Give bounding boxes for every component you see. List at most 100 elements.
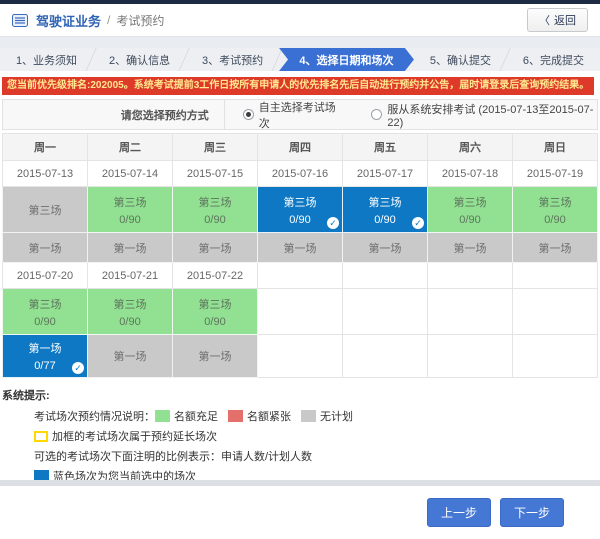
- week1-session1-row: 第一场 第一场 第一场 第一场 第一场 第一场 第一场: [3, 233, 598, 263]
- radio-unselected-icon[interactable]: [371, 109, 382, 120]
- date-cell: 2015-07-14: [88, 161, 173, 187]
- date-cell: 2015-07-15: [173, 161, 258, 187]
- weekday-header: 周一: [3, 134, 88, 161]
- step-3-exam-booking: 3、考试预约: [186, 48, 279, 71]
- session-name: 第一场: [343, 240, 427, 256]
- week2-date-row: 2015-07-20 2015-07-21 2015-07-22: [3, 263, 598, 289]
- step-1-business-notice: 1、业务须知: [0, 48, 93, 71]
- date-cell-empty: [428, 263, 513, 289]
- empty-cell: [258, 289, 343, 335]
- date-cell: 2015-07-16: [258, 161, 343, 187]
- session-cell-available[interactable]: 第三场 0/90: [88, 187, 173, 233]
- session-cell-selected[interactable]: 第三场 0/90 ✓: [343, 187, 428, 233]
- priority-rank-notice: 您当前优先级排名:202005。系统考试提前3工作日按所有申请人的优先排名先后自…: [2, 77, 594, 95]
- session-name: 第三场: [343, 194, 427, 210]
- session-cell-no-plan: 第一场: [513, 233, 598, 263]
- date-cell: 2015-07-20: [3, 263, 88, 289]
- next-step-button[interactable]: 下一步: [500, 498, 564, 527]
- option-self-select-session[interactable]: 自主选择考试场次: [243, 99, 342, 131]
- empty-cell: [513, 289, 598, 335]
- legend-yellow-box-swatch: [34, 431, 48, 442]
- session-cell-no-plan: 第一场: [173, 233, 258, 263]
- weekday-header: 周三: [173, 134, 258, 161]
- session-name: 第一场: [513, 240, 597, 256]
- session-name: 第三场: [258, 194, 342, 210]
- footer-strip: [0, 480, 600, 486]
- option-self-select-label: 自主选择考试场次: [259, 99, 342, 131]
- date-cell: 2015-07-18: [428, 161, 513, 187]
- session-name: 第一场: [3, 240, 87, 256]
- session-name: 第一场: [3, 340, 87, 356]
- session-name: 第一场: [88, 240, 172, 256]
- legend-red-swatch: [228, 410, 243, 422]
- chevron-left-icon: 〈: [539, 12, 550, 28]
- session-cell-no-plan: 第三场: [3, 187, 88, 233]
- weekday-header-row: 周一 周二 周三 周四 周五 周六 周日: [3, 134, 598, 161]
- session-ratio: 0/90: [173, 316, 257, 328]
- session-cell-available[interactable]: 第三场 0/90: [173, 289, 258, 335]
- back-button[interactable]: 〈 返回: [527, 8, 588, 32]
- session-cell-no-plan: 第一场: [173, 335, 258, 378]
- week2-session3-row: 第三场 0/90 第三场 0/90 第三场 0/90: [3, 289, 598, 335]
- session-name: 第一场: [173, 348, 257, 364]
- empty-cell: [258, 335, 343, 378]
- step-4-choose-date-session: 4、选择日期和场次: [279, 48, 414, 71]
- legend-red-label: 名额紧张: [247, 408, 291, 424]
- booking-mode-label: 请您选择预约方式: [3, 100, 225, 129]
- step-5-confirm-submit: 5、确认提交: [414, 48, 507, 71]
- weekday-header: 周六: [428, 134, 513, 161]
- legend-gray-swatch: [301, 410, 316, 422]
- weekday-header: 周四: [258, 134, 343, 161]
- empty-cell: [513, 335, 598, 378]
- session-cell-no-plan: 第一场: [343, 233, 428, 263]
- session-cell-selected[interactable]: 第一场 0/77 ✓: [3, 335, 88, 378]
- date-cell-empty: [513, 263, 598, 289]
- breadcrumb-service[interactable]: 驾驶证业务: [36, 11, 101, 30]
- legend-gray-label: 无计划: [320, 408, 353, 424]
- session-name: 第一场: [173, 240, 257, 256]
- date-cell: 2015-07-13: [3, 161, 88, 187]
- booking-mode-options: 自主选择考试场次 服从系统安排考试 (2015-07-13至2015-07-22…: [225, 100, 597, 129]
- session-cell-available[interactable]: 第三场 0/90: [3, 289, 88, 335]
- session-cell-available[interactable]: 第三场 0/90: [173, 187, 258, 233]
- date-cell-empty: [258, 263, 343, 289]
- session-cell-selected[interactable]: 第三场 0/90 ✓: [258, 187, 343, 233]
- radio-selected-icon[interactable]: [243, 109, 254, 120]
- list-icon: [12, 14, 28, 27]
- booking-mode-row: 请您选择预约方式 自主选择考试场次 服从系统安排考试 (2015-07-13至2…: [2, 99, 598, 130]
- weekday-header: 周五: [343, 134, 428, 161]
- session-cell-no-plan: 第一场: [428, 233, 513, 263]
- date-cell: 2015-07-22: [173, 263, 258, 289]
- legend-ratio-label: 可选的考试场次下面注明的比例表示：申请人数/计划人数: [34, 448, 312, 464]
- week1-session3-row: 第三场 第三场 0/90 第三场 0/90 第三场 0/90 ✓ 第三场 0/9…: [3, 187, 598, 233]
- main-panel: 1、业务须知 2、确认信息 3、考试预约 4、选择日期和场次 5、确认提交 6、…: [0, 48, 600, 539]
- session-cell-available[interactable]: 第三场 0/90: [513, 187, 598, 233]
- session-ratio: 0/90: [173, 214, 257, 226]
- session-cell-available[interactable]: 第三场 0/90: [88, 289, 173, 335]
- option-system-arranged[interactable]: 服从系统安排考试 (2015-07-13至2015-07-22): [371, 101, 597, 129]
- previous-step-button[interactable]: 上一步: [427, 498, 491, 527]
- session-name: 第一场: [258, 240, 342, 256]
- session-name: 第三场: [428, 194, 512, 210]
- wizard-steps: 1、业务须知 2、确认信息 3、考试预约 4、选择日期和场次 5、确认提交 6、…: [0, 48, 600, 71]
- session-ratio: 0/90: [3, 316, 87, 328]
- date-cell: 2015-07-19: [513, 161, 598, 187]
- check-icon: ✓: [327, 217, 339, 229]
- legend-line-status: 考试场次预约情况说明： 名额充足 名额紧张 无计划: [34, 408, 598, 424]
- empty-cell: [428, 289, 513, 335]
- date-cell-empty: [343, 263, 428, 289]
- session-name: 第三场: [513, 194, 597, 210]
- system-tips-title: 系统提示:: [2, 387, 598, 403]
- session-cell-no-plan: 第一场: [3, 233, 88, 263]
- session-cell-available[interactable]: 第三场 0/90: [428, 187, 513, 233]
- session-name: 第一场: [88, 348, 172, 364]
- empty-cell: [343, 289, 428, 335]
- check-icon: ✓: [72, 362, 84, 374]
- legend-line-ratio: 可选的考试场次下面注明的比例表示：申请人数/计划人数: [34, 448, 598, 464]
- session-name: 第三场: [88, 194, 172, 210]
- back-button-label: 返回: [554, 12, 576, 28]
- legend-extended-label: 加框的考试场次属于预约延长场次: [52, 428, 217, 444]
- breadcrumb-separator: /: [107, 13, 110, 27]
- session-cell-no-plan: 第一场: [258, 233, 343, 263]
- session-ratio: 0/90: [88, 316, 172, 328]
